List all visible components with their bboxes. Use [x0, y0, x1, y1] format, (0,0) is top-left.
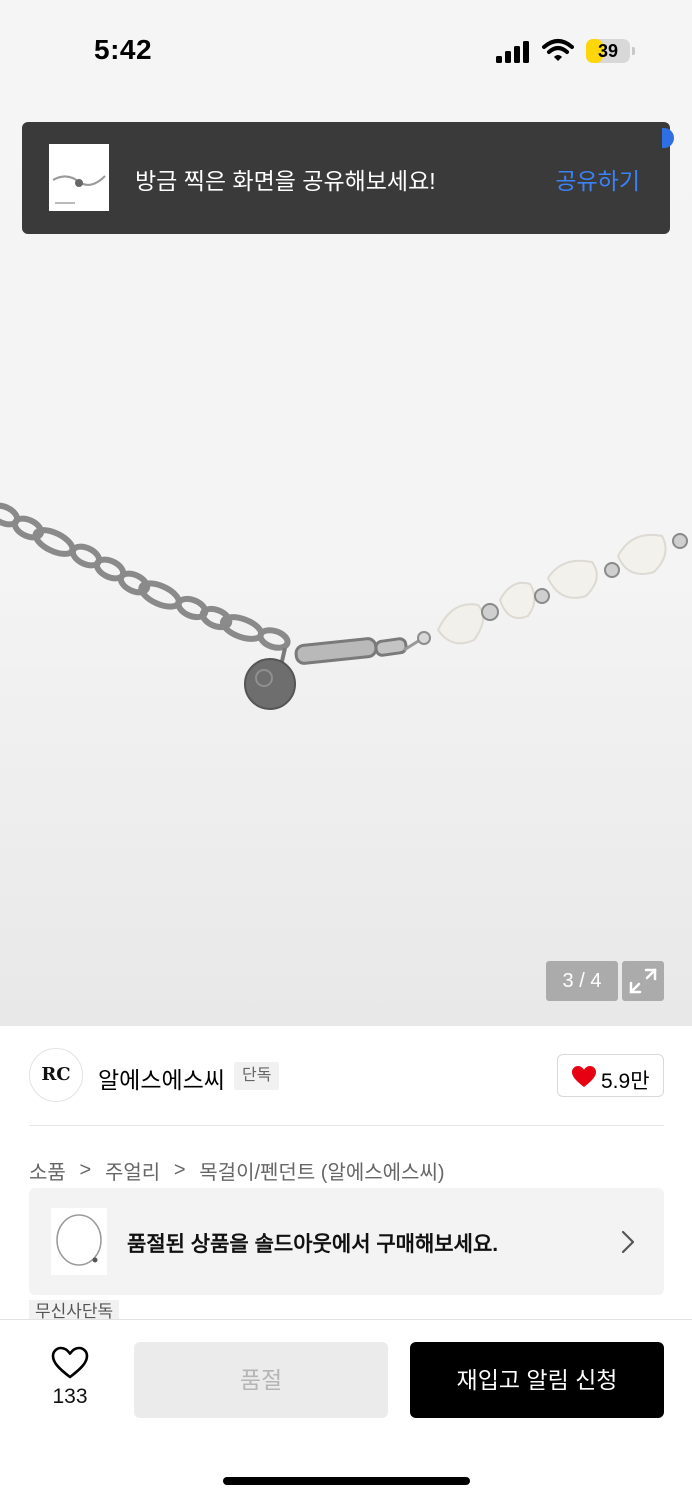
exclusive-badge: 단독: [234, 1062, 280, 1090]
brand-like-button[interactable]: 5.9만: [557, 1054, 664, 1097]
brand-name[interactable]: 알에스에스씨: [98, 1061, 225, 1095]
wifi-icon: [542, 39, 574, 61]
chevron-right-icon: >: [79, 1159, 92, 1181]
battery-tip: [632, 47, 635, 55]
chevron-right-icon: >: [173, 1159, 186, 1181]
soldout-resale-banner[interactable]: 품절된 상품을 솔드아웃에서 구매해보세요.: [29, 1188, 664, 1295]
status-time: 5:42: [94, 34, 153, 65]
restock-alert-button[interactable]: 재입고 알림 신청: [410, 1342, 664, 1418]
home-indicator[interactable]: [223, 1477, 470, 1485]
share-button[interactable]: 공유하기: [555, 162, 640, 196]
expand-icon: [629, 968, 657, 994]
brand-like-count: 5.9만: [601, 1070, 650, 1093]
soldout-banner-text: 품절된 상품을 솔드아웃에서 구매해보세요.: [127, 1233, 499, 1256]
screenshot-thumbnail[interactable]: [49, 144, 109, 211]
brand-logo[interactable]: RC: [29, 1048, 83, 1102]
breadcrumb-item-necklace[interactable]: 목걸이/펜던트 (알에스에스씨): [199, 1156, 444, 1185]
banner-product-thumbnail: [51, 1208, 107, 1275]
cellular-signal-icon: [496, 41, 529, 63]
wish-count: 133: [52, 1385, 88, 1408]
breadcrumb: 소품 > 주얼리 > 목걸이/펜던트 (알에스에스씨): [29, 1156, 445, 1185]
heart-outline-icon[interactable]: [51, 1346, 89, 1380]
expand-image-button[interactable]: [622, 961, 664, 1001]
heart-filled-icon: [572, 1066, 596, 1087]
image-counter: 3 / 4: [546, 961, 618, 1001]
battery-level: 39: [597, 41, 619, 61]
share-toast-message: 방금 찍은 화면을 공유해보세요!: [135, 168, 436, 194]
section-divider: [29, 1125, 664, 1126]
soldout-button: 품절: [134, 1342, 388, 1418]
battery-icon: 39: [586, 39, 630, 63]
breadcrumb-item-accessories[interactable]: 소품: [29, 1156, 66, 1185]
share-screenshot-toast: 방금 찍은 화면을 공유해보세요! 공유하기: [22, 122, 670, 234]
breadcrumb-item-jewelry[interactable]: 주얼리: [105, 1156, 160, 1185]
chevron-right-icon: [621, 1230, 635, 1254]
